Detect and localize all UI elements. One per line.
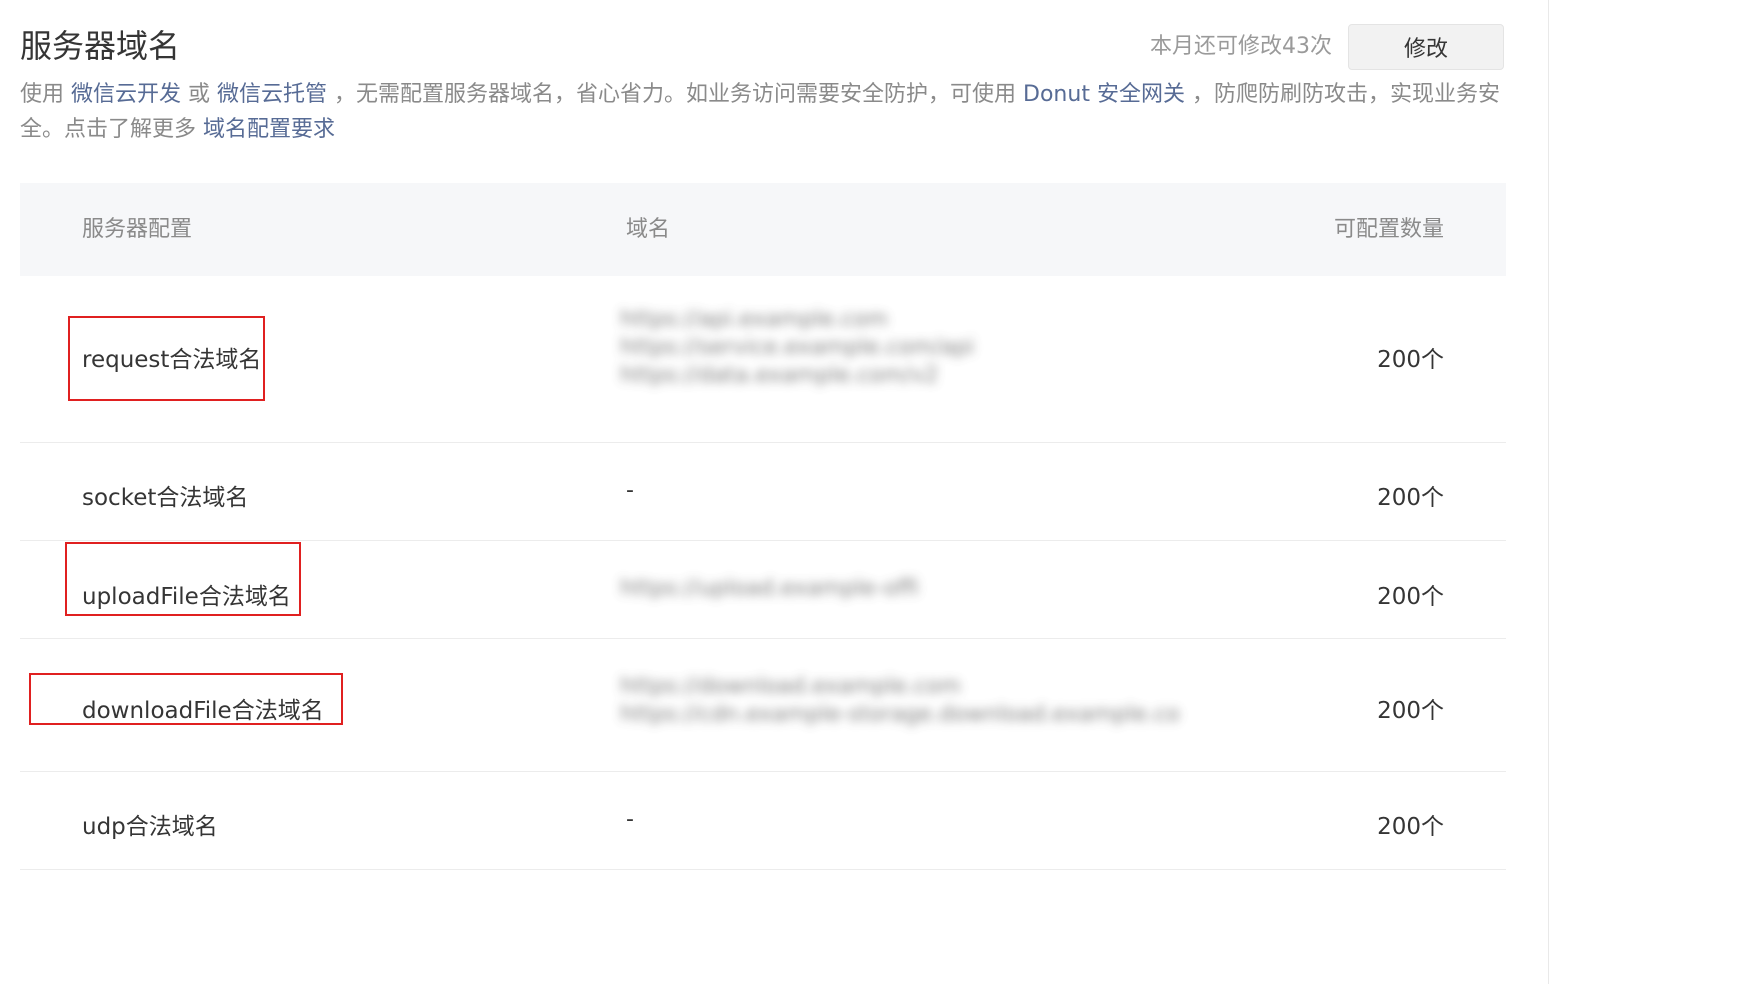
request-domain-2: https://service.example.com/api <box>620 335 975 360</box>
downloadfile-domain-count: 200个 <box>1377 698 1444 724</box>
request-domain-list: https://api.example.com https://service.… <box>620 306 980 406</box>
desc-text-1: 使用 <box>20 82 71 107</box>
udp-domain-label: udp合法域名 <box>82 814 218 840</box>
request-domain-count: 200个 <box>1377 347 1444 373</box>
table-header: 服务器配置 域名 可配置数量 <box>20 183 1506 276</box>
edit-button[interactable]: 修改 <box>1348 24 1504 70</box>
wechat-cloud-hosting-link[interactable]: 微信云托管 <box>217 82 327 107</box>
wechat-cloud-dev-link[interactable]: 微信云开发 <box>71 82 181 107</box>
desc-text-2: 或 <box>181 82 218 107</box>
remaining-edits-text: 本月还可修改43次 <box>1150 34 1332 59</box>
downloadfile-domain-list: https://download.example.com https://cdn… <box>620 673 1180 741</box>
udp-domain-value: - <box>626 807 634 832</box>
uploadfile-domain-count: 200个 <box>1377 584 1444 610</box>
annotation-box-uploadfile <box>65 542 301 616</box>
column-header-domain: 域名 <box>626 217 671 242</box>
annotation-box-request <box>68 316 265 401</box>
table-row-socket: socket合法域名 - 200个 <box>20 443 1506 541</box>
column-header-count: 可配置数量 <box>1333 217 1444 242</box>
server-domain-table: 服务器配置 域名 可配置数量 request合法域名 https://api.e… <box>20 183 1506 870</box>
donut-security-gateway-link[interactable]: Donut 安全网关 <box>1023 82 1185 107</box>
socket-domain-count: 200个 <box>1377 485 1444 511</box>
description-text: 使用 微信云开发 或 微信云托管 ，无需配置服务器域名，省心省力。如业务访问需要… <box>20 77 1500 147</box>
column-header-server-config: 服务器配置 <box>82 217 193 242</box>
domain-requirements-link[interactable]: 域名配置要求 <box>203 117 335 142</box>
scrollbar-track[interactable] <box>1548 0 1549 984</box>
downloadfile-domain-2: https://cdn.example-storage.download.exa… <box>620 702 1180 727</box>
request-domain-3: https://data.example.com/v2 <box>620 363 939 388</box>
request-domain-1: https://api.example.com <box>620 307 889 332</box>
uploadfile-domain-list: https://upload.example-official.com <box>620 575 920 607</box>
downloadfile-domain-1: https://download.example.com <box>620 674 961 699</box>
desc-text-3: ，无需配置服务器域名，省心省力。如业务访问需要安全防护，可使用 <box>327 82 1024 107</box>
annotation-box-downloadfile <box>29 673 343 725</box>
page-title: 服务器域名 <box>20 27 181 65</box>
uploadfile-domain-1: https://upload.example-official.com <box>620 576 920 601</box>
socket-domain-label: socket合法域名 <box>82 485 249 511</box>
socket-domain-value: - <box>626 478 634 503</box>
udp-domain-count: 200个 <box>1377 814 1444 840</box>
table-row-udp: udp合法域名 - 200个 <box>20 772 1506 870</box>
